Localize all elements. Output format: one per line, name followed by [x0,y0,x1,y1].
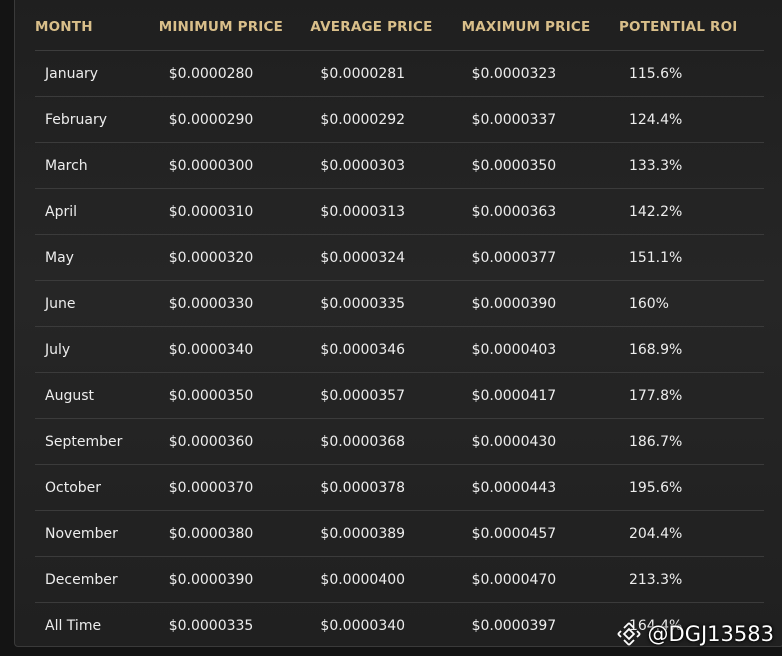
maximum-price-cell: $0.0000337 [461,96,619,143]
month-cell: All Time [45,617,102,634]
maximum-price-cell: $0.0000350 [461,142,619,189]
table-row: December $0.0000390 $0.0000400 $0.0000470 21… [35,556,764,603]
binance-logo-icon [616,622,641,646]
minimum-price-cell: $0.0000340 [158,326,311,373]
potential-roi-cell: 186.7% [618,418,764,465]
average-price-cell: $0.0000389 [310,510,462,557]
table-row: June $0.0000330 $0.0000335 $0.0000390 160% [35,280,764,327]
table-row: March $0.0000300 $0.0000303 $0.0000350 133.3… [35,142,764,189]
minimum-price-cell: $0.0000290 [158,96,311,143]
potential-roi-cell: 195.6% [618,464,764,511]
average-price-cell: $0.0000292 [310,96,462,143]
potential-roi-cell: 160% [618,280,764,327]
average-price-cell: $0.0000303 [310,142,462,189]
month-cell: March [35,142,159,189]
table-header-row: MONTH MINIMUM PRICE AVERAGE PRICE MAXIMU… [35,4,764,51]
month-cell: June [35,280,159,327]
average-price-cell: $0.0000400 [310,556,462,603]
month-cell: January [35,50,159,97]
maximum-price-cell: $0.0000417 [461,372,619,419]
maximum-price-cell: $0.0000363 [461,188,619,235]
table-row: May $0.0000320 $0.0000324 $0.0000377 151.1% [35,234,764,281]
column-header-month: MONTH [35,4,159,51]
potential-roi-cell: 204.4% [618,510,764,557]
column-header-maximum-price: MAXIMUM PRICE [461,4,619,51]
watermark: @DGJ13583 [616,621,774,647]
maximum-price-cell: $0.0000390 [461,280,619,327]
average-price-cell: $0.0000378 [310,464,462,511]
maximum-price-cell: $0.0000470 [461,556,619,603]
potential-roi-cell: 213.3% [618,556,764,603]
minimum-price-cell: $0.0000335 [168,617,254,634]
column-header-potential-roi: POTENTIAL ROI [618,4,764,51]
table-row: November $0.0000380 $0.0000389 $0.0000457 20… [35,510,764,557]
table-row: October $0.0000370 $0.0000378 $0.0000443 195… [35,464,764,511]
minimum-price-cell: $0.0000360 [158,418,311,465]
table-row: September $0.0000360 $0.0000368 $0.0000430 1… [35,418,764,465]
minimum-price-cell: $0.0000320 [158,234,311,281]
table-row: January $0.0000280 $0.0000281 $0.0000323 115… [35,50,764,97]
maximum-price-cell: $0.0000430 [461,418,619,465]
maximum-price-cell: $0.0000403 [461,326,619,373]
minimum-price-cell: $0.0000390 [158,556,311,603]
minimum-price-cell: $0.0000280 [158,50,311,97]
average-price-cell: $0.0000357 [310,372,462,419]
potential-roi-cell: 115.6% [618,50,764,97]
month-cell: April [35,188,159,235]
table-row: April $0.0000310 $0.0000313 $0.0000363 142.2… [35,188,764,235]
price-forecast-table: MONTH MINIMUM PRICE AVERAGE PRICE MAXIMU… [35,4,764,648]
minimum-price-cell: $0.0000330 [158,280,311,327]
month-cell: November [35,510,159,557]
month-cell: October [35,464,159,511]
average-price-cell: $0.0000313 [310,188,462,235]
average-price-cell: $0.0000281 [310,50,462,97]
maximum-price-cell: $0.0000443 [461,464,619,511]
potential-roi-cell: 124.4% [618,96,764,143]
average-price-cell: $0.0000335 [310,280,462,327]
average-price-cell: $0.0000368 [310,418,462,465]
average-price-cell: $0.0000346 [310,326,462,373]
table-row: July $0.0000340 $0.0000346 $0.0000403 168.9% [35,326,764,373]
maximum-price-cell: $0.0000377 [461,234,619,281]
maximum-price-cell: $0.0000323 [461,50,619,97]
table-row: August $0.0000350 $0.0000357 $0.0000417 177.… [35,372,764,419]
potential-roi-cell: 168.9% [618,326,764,373]
month-cell: May [35,234,159,281]
minimum-price-cell: $0.0000310 [158,188,311,235]
table-row: February $0.0000290 $0.0000292 $0.0000337 12… [35,96,764,143]
minimum-price-cell: $0.0000300 [158,142,311,189]
maximum-price-cell: $0.0000457 [461,510,619,557]
minimum-price-cell: $0.0000380 [158,510,311,557]
minimum-price-cell: $0.0000350 [158,372,311,419]
potential-roi-cell: 177.8% [618,372,764,419]
potential-roi-cell: 151.1% [618,234,764,281]
potential-roi-cell: 133.3% [618,142,764,189]
potential-roi-cell: 142.2% [618,188,764,235]
watermark-handle: @DGJ13583 [647,622,774,646]
month-cell: December [35,556,159,603]
minimum-price-cell: $0.0000370 [158,464,311,511]
column-header-minimum-price: MINIMUM PRICE [158,4,311,51]
month-cell: September [35,418,159,465]
average-price-cell: $0.0000340 [320,617,406,634]
average-price-cell: $0.0000324 [310,234,462,281]
month-cell: February [35,96,159,143]
month-cell: August [35,372,159,419]
month-cell: July [35,326,159,373]
column-header-average-price: AVERAGE PRICE [310,4,462,51]
maximum-price-cell: $0.0000397 [471,617,557,634]
